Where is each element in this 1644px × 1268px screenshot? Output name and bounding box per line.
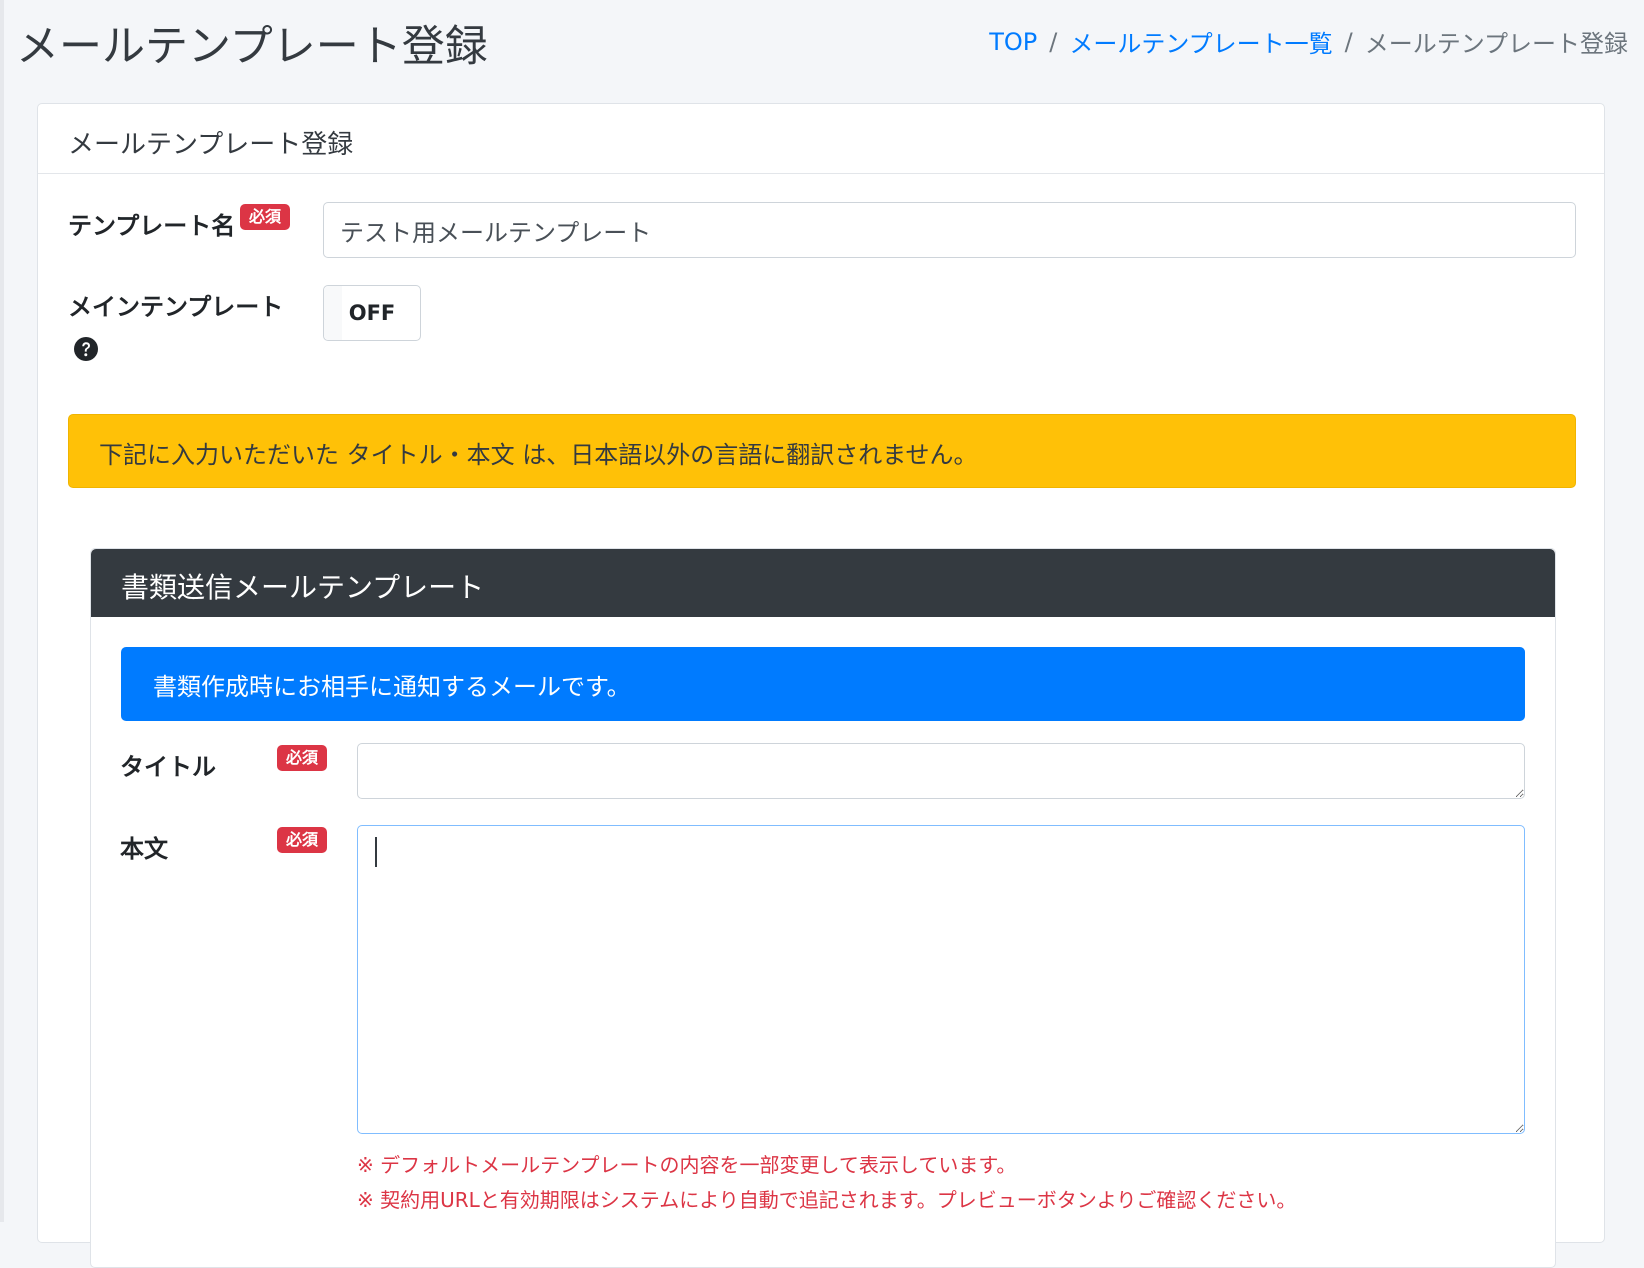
info-alert: 書類作成時にお相手に通知するメールです。 (121, 647, 1525, 721)
breadcrumb-link-template-list[interactable]: メールテンプレート一覧 (1069, 24, 1332, 59)
template-name-label: テンプレート名 (68, 212, 236, 240)
required-badge: 必須 (277, 827, 328, 853)
required-badge: 必須 (277, 745, 328, 771)
note-auto-append: ※ 契約用URLと有効期限はシステムにより自動で追記されます。プレビューボタンよ… (357, 1188, 1297, 1212)
breadcrumb-separator: / (1049, 27, 1058, 56)
breadcrumb-separator: / (1344, 27, 1353, 56)
section-title: 書類送信メールテンプレート (91, 549, 1555, 617)
breadcrumb-link-top[interactable]: TOP (989, 28, 1037, 56)
subject-textarea[interactable] (357, 743, 1525, 799)
breadcrumb: TOP / メールテンプレート一覧 / メールテンプレート登録 (989, 24, 1628, 59)
toggle-knob (324, 286, 342, 340)
main-template-toggle[interactable]: OFF (323, 285, 421, 341)
toggle-state-label: OFF (348, 301, 396, 325)
subject-label: タイトル (120, 753, 216, 781)
page-header: メールテンプレート登録 TOP / メールテンプレート一覧 / メールテンプレー… (0, 0, 1644, 90)
body-label: 本文 (120, 835, 168, 863)
main-template-label: メインテンプレート (68, 293, 284, 321)
card-title: メールテンプレート登録 (38, 104, 1604, 174)
body-field-wrapper (357, 825, 1525, 1134)
translation-warning-alert: 下記に入力いただいた タイトル・本文 は、日本語以外の言語に翻訳されません。 (68, 414, 1576, 488)
document-send-template-card: 書類送信メールテンプレート 書類作成時にお相手に通知するメールです。 タイトル … (90, 548, 1556, 1268)
breadcrumb-current: メールテンプレート登録 (1364, 30, 1628, 58)
required-badge: 必須 (240, 204, 291, 230)
template-form-card: メールテンプレート登録 テンプレート名 必須 メインテンプレート OFF 下記に… (37, 103, 1605, 1268)
body-textarea[interactable] (357, 825, 1525, 1134)
text-caret (375, 837, 377, 867)
sidebar-edge (0, 0, 4, 1222)
note-default-template: ※ デフォルトメールテンプレートの内容を一部変更して表示しています。 (357, 1153, 1017, 1177)
page-title: メールテンプレート登録 (16, 22, 488, 72)
template-name-input[interactable] (323, 202, 1576, 258)
question-circle-icon[interactable] (73, 336, 99, 362)
